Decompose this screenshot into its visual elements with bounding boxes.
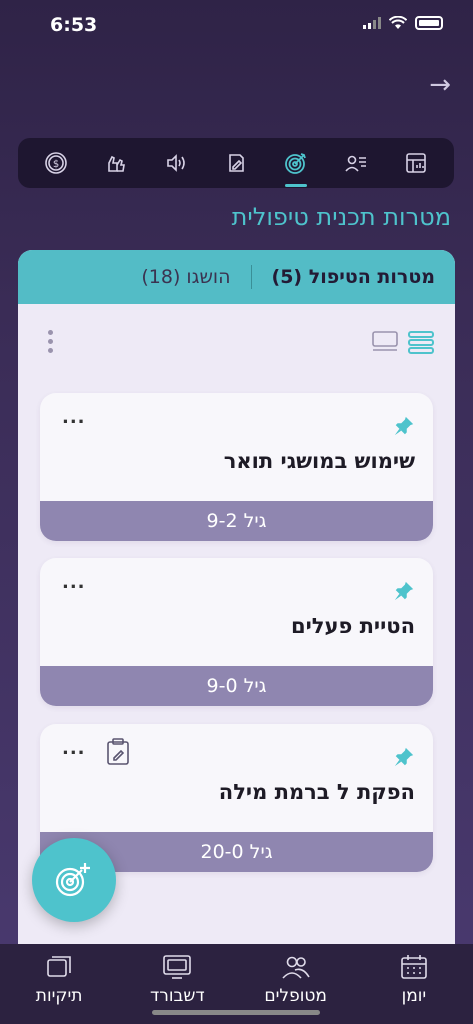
- target-icon: [285, 153, 306, 174]
- toolbar-person-list[interactable]: [336, 143, 376, 183]
- toolbar-hands[interactable]: [96, 143, 136, 183]
- tabs-bar: מטרות הטיפול (5) הושגו (18): [18, 250, 455, 304]
- view-toggles: [371, 330, 435, 354]
- nav-calendar[interactable]: יומן: [359, 954, 469, 1006]
- pin-icon[interactable]: [393, 580, 415, 602]
- dashboard-chart-icon: [406, 153, 426, 173]
- wifi-icon: [389, 16, 407, 29]
- dollar-coin-icon: $: [45, 152, 67, 174]
- battery-icon: [415, 16, 443, 30]
- pin-icon[interactable]: [393, 746, 415, 768]
- more-options-icon[interactable]: ...: [62, 738, 86, 759]
- nav-label: יומן: [401, 986, 427, 1006]
- goal-title: הפקת ל ברמת מילה: [218, 780, 415, 804]
- status-bar: 6:53: [0, 0, 473, 54]
- speaker-icon: [167, 154, 185, 172]
- toolbar-speaker[interactable]: [156, 143, 196, 183]
- view-options-row: [18, 330, 455, 360]
- back-arrow-icon[interactable]: →: [429, 70, 451, 100]
- status-icons: [363, 16, 443, 30]
- patients-icon: [282, 956, 310, 979]
- add-goal-button[interactable]: [32, 838, 116, 922]
- toolbar-edit[interactable]: [216, 143, 256, 183]
- icon-toolbar: $: [18, 138, 454, 188]
- tab-achieved-goals[interactable]: הושגו (18): [121, 266, 250, 288]
- dashboard-icon: [163, 955, 192, 979]
- person-list-icon: [345, 155, 366, 172]
- nav-patients[interactable]: מטופלים: [241, 954, 351, 1006]
- signal-icon: [363, 17, 381, 29]
- tab-active-goals[interactable]: מטרות הטיפול (5): [252, 266, 456, 288]
- more-options-icon[interactable]: ...: [62, 407, 86, 428]
- status-time: 6:53: [50, 14, 98, 36]
- list-view-icon[interactable]: [407, 330, 435, 354]
- add-target-icon: [55, 863, 90, 897]
- calendar-icon: [401, 955, 427, 979]
- nav-dashboard[interactable]: דשבורד: [122, 954, 232, 1006]
- toolbar-dollar[interactable]: $: [36, 143, 76, 183]
- goal-age-range: גיל 9-2: [40, 501, 433, 541]
- goal-age-range: גיל 9-0: [40, 666, 433, 706]
- home-indicator: [152, 1010, 320, 1015]
- toolbar-target[interactable]: [276, 143, 316, 187]
- nav-label: מטופלים: [264, 986, 327, 1006]
- card-view-icon[interactable]: [371, 330, 399, 354]
- tab-divider: [250, 265, 252, 289]
- goal-card[interactable]: ... שימוש במושגי תואר גיל 9-2: [40, 393, 433, 541]
- more-options-icon[interactable]: ...: [62, 572, 86, 593]
- toolbar-dashboard[interactable]: [396, 143, 436, 183]
- folders-icon: [47, 956, 71, 977]
- goal-card[interactable]: ... הטיית פעלים גיל 9-0: [40, 558, 433, 706]
- page-title: מטרות תכנית טיפולית: [231, 203, 451, 231]
- nav-label: דשבורד: [150, 986, 205, 1006]
- pin-icon[interactable]: [393, 415, 415, 437]
- clipboard-edit-icon[interactable]: [106, 738, 130, 766]
- svg-text:$: $: [53, 159, 59, 170]
- edit-document-icon: [229, 154, 244, 172]
- kebab-menu-icon[interactable]: [48, 330, 53, 353]
- nav-label: תיקיות: [35, 986, 83, 1006]
- goal-title: שימוש במושגי תואר: [223, 449, 415, 473]
- goal-title: הטיית פעלים: [290, 614, 415, 638]
- nav-folders[interactable]: תיקיות: [4, 954, 114, 1006]
- hands-icon: [108, 155, 125, 172]
